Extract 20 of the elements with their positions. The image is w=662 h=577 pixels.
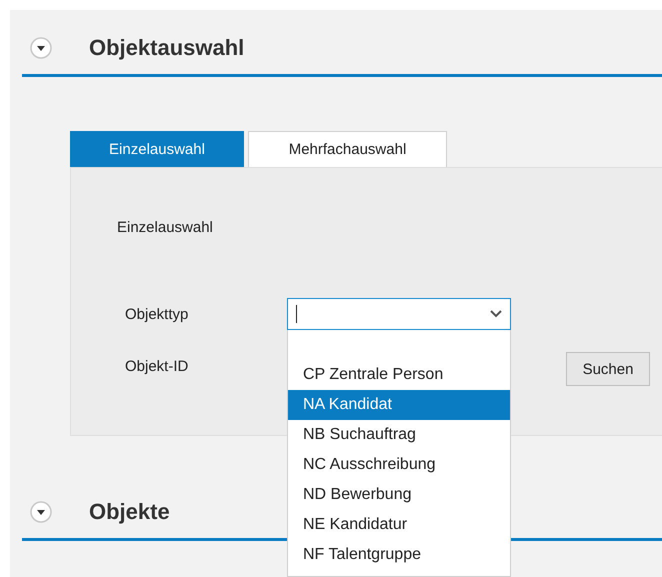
dropdown-option[interactable]: NB Suchauftrag [288,420,510,450]
tab[interactable]: Einzelauswahl [70,131,244,167]
section-title: Objekte [89,498,170,526]
text-cursor-icon [296,305,297,323]
field-label: Objekttyp [125,306,190,322]
dropdown-option[interactable]: NA Kandidat [288,390,510,420]
dropdown-option[interactable]: NC Ausschreibung [288,450,510,480]
search-button[interactable]: Suchen [566,352,650,386]
dropdown-option[interactable]: NE Kandidatur [288,510,510,540]
object-type-combobox[interactable] [287,298,511,330]
panel-heading: Einzelauswahl [117,219,213,237]
dropdown-option[interactable]: ND Bewerbung [288,480,510,510]
dropdown-option[interactable]: CP Zentrale Person [288,360,510,390]
collapse-icon[interactable] [30,501,52,523]
tab[interactable]: Mehrfachauswahl [248,131,447,167]
chevron-down-icon [490,310,502,318]
dropdown-option[interactable]: NF Talentgruppe [288,540,510,570]
collapse-icon[interactable] [30,37,52,59]
field-label: Objekt-ID [125,358,190,375]
section-title: Objektauswahl [89,34,244,62]
